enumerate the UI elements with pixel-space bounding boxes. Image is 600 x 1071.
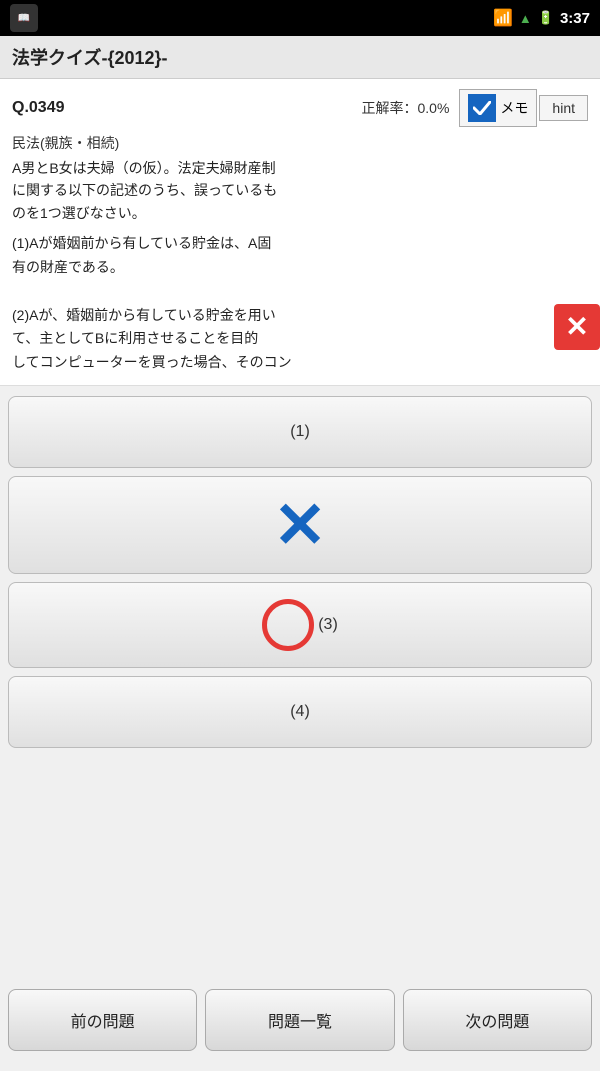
question-text-line3: のを1つ選びなさい。 [12, 205, 146, 221]
memo-label: メモ [500, 98, 528, 118]
choice-1: (1)Aが婚姻前から有している貯金は、A固 有の財産である。 [12, 232, 588, 280]
app-logo: 📖 [10, 4, 38, 32]
answer-btn-2[interactable]: ✕ [8, 476, 592, 574]
accuracy-rate: 正解率：0.0% [362, 98, 450, 118]
question-number: Q.0349 [12, 99, 362, 117]
close-button[interactable]: ✕ [554, 304, 600, 350]
list-button[interactable]: 問題一覧 [205, 989, 394, 1051]
question-category: 民法(親族・相続) [12, 133, 588, 153]
hint-button[interactable]: hint [539, 95, 588, 121]
answer-1-label: (1) [290, 423, 310, 441]
wrong-answer-icon: ✕ [273, 493, 327, 557]
answer-4-label: (4) [290, 703, 310, 721]
prev-label: 前の問題 [71, 1014, 135, 1031]
answer-btn-4[interactable]: (4) [8, 676, 592, 748]
question-text-line2: に関する以下の記述のうち、誤っているも [12, 182, 277, 198]
status-time: 3:37 [560, 10, 590, 27]
answer-3-label: (3) [318, 616, 338, 634]
question-text-line1: A男とB女は夫婦（の仮）。法定夫婦財産制 [12, 160, 276, 176]
question-area: Q.0349 正解率：0.0% メモ hint 民法(親族・相続) A男とB女は… [0, 79, 600, 386]
status-bar: 📖 📶 ▲ 🔋 3:37 [0, 0, 600, 36]
question-header: Q.0349 正解率：0.0% メモ hint [12, 89, 588, 127]
question-choices: (1)Aが婚姻前から有している貯金は、A固 有の財産である。 (2)Aが、婚姻前… [12, 232, 588, 375]
hint-label: hint [552, 100, 575, 116]
status-bar-left: 📖 [10, 4, 38, 32]
navigation-area: 前の問題 問題一覧 次の問題 [8, 989, 592, 1051]
memo-button[interactable]: メモ [459, 89, 537, 127]
title-bar: 法学クイズ-{2012}- [0, 36, 600, 79]
correct-answer-icon [262, 599, 314, 651]
close-icon: ✕ [565, 313, 588, 341]
signal-icon: ▲ [519, 11, 532, 26]
next-label: 次の問題 [465, 1014, 529, 1031]
prev-button[interactable]: 前の問題 [8, 989, 197, 1051]
battery-icon: 🔋 [538, 10, 554, 26]
memo-check-icon [468, 94, 496, 122]
answers-area: (1) ✕ (3) (4) [0, 386, 600, 758]
list-label: 問題一覧 [268, 1014, 332, 1031]
answer-btn-3[interactable]: (3) [8, 582, 592, 668]
wifi-icon: 📶 [493, 8, 513, 28]
choice-2: (2)Aが、婚姻前から有している貯金を用い て、主としてBに利用させることを目的… [12, 304, 588, 375]
next-button[interactable]: 次の問題 [403, 989, 592, 1051]
app-title: 法学クイズ-{2012}- [12, 48, 168, 68]
status-bar-right: 📶 ▲ 🔋 3:37 [493, 8, 590, 28]
question-text: A男とB女は夫婦（の仮）。法定夫婦財産制 に関する以下の記述のうち、誤っているも… [12, 157, 588, 224]
answer-btn-1[interactable]: (1) [8, 396, 592, 468]
